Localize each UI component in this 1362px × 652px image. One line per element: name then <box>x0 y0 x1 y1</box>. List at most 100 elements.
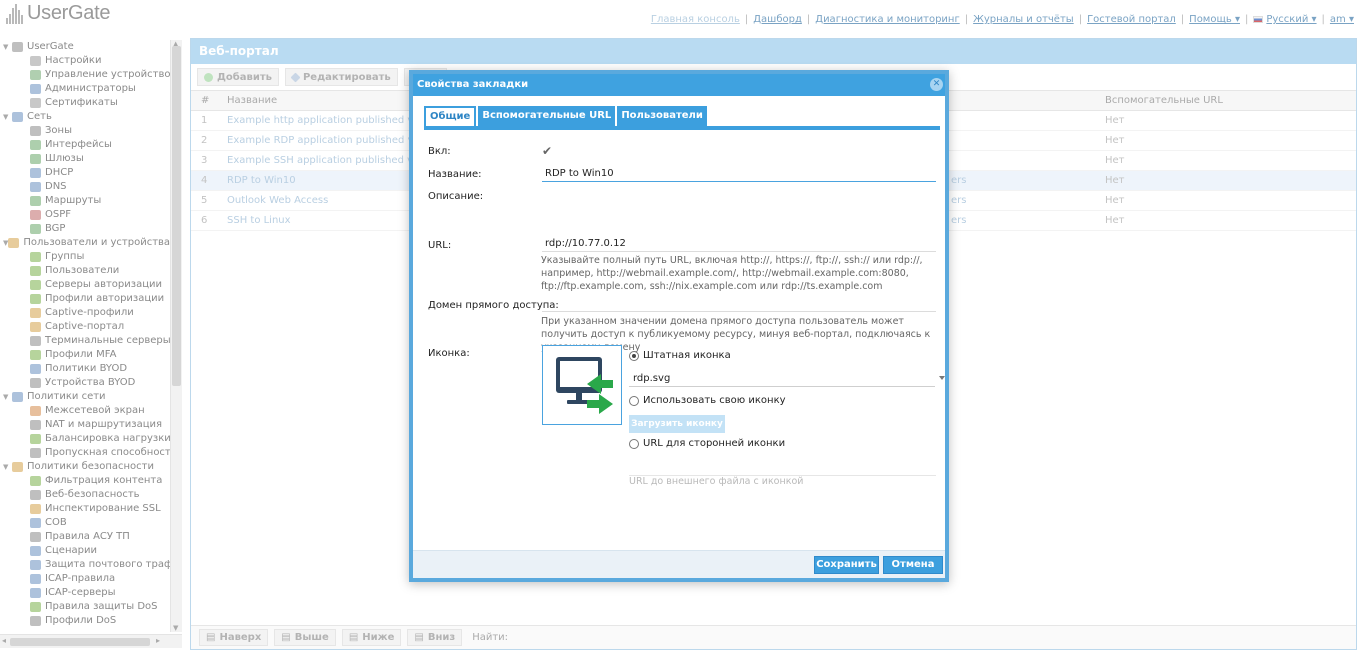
sidebar-item[interactable]: Captive-портал <box>0 320 170 334</box>
sidebar-item[interactable]: Сертификаты <box>0 96 170 110</box>
nav-guest-portal[interactable]: Гостевой портал <box>1087 14 1176 25</box>
custom-icon-radio[interactable] <box>629 395 639 406</box>
sidebar-item[interactable]: DNS <box>0 180 170 194</box>
sidebar-item[interactable]: ▼ Политики сети <box>0 390 170 404</box>
sidebar-item[interactable]: Интерфейсы <box>0 138 170 152</box>
sidebar-item[interactable]: Балансировка нагрузки <box>0 432 170 446</box>
close-icon[interactable]: ✕ <box>930 78 943 91</box>
tab-users[interactable]: Пользователи <box>617 106 707 126</box>
move-top-button[interactable]: ▤ Наверх <box>199 629 269 646</box>
sidebar-item[interactable]: NAT и маршрутизация <box>0 418 170 432</box>
sidebar-item[interactable]: OSPF <box>0 208 170 222</box>
move-down-button[interactable]: ▤ Ниже <box>341 629 402 646</box>
nav-user-menu[interactable]: am ▾ <box>1330 14 1354 25</box>
sidebar-item[interactable]: BGP <box>0 222 170 236</box>
sidebar-horizontal-scrollbar[interactable]: ◂ ▸ <box>0 634 182 648</box>
add-button[interactable]: Добавить <box>197 68 279 86</box>
move-bottom-button[interactable]: ▤ Вниз <box>407 629 463 646</box>
sidebar-item[interactable]: Сценарии <box>0 544 170 558</box>
icon-select[interactable]: rdp.svg <box>629 370 945 387</box>
sidebar-item[interactable]: Защита почтового трафика <box>0 558 170 572</box>
sidebar-item[interactable]: ICAP-правила <box>0 572 170 586</box>
cell-number: 1 <box>201 115 208 126</box>
cancel-button[interactable]: Отмена <box>883 556 943 574</box>
sidebar-item[interactable]: Администраторы <box>0 82 170 96</box>
name-input[interactable]: RDP to Win10 <box>542 166 936 182</box>
scroll-down-arrow-icon[interactable]: ▼ <box>173 624 178 632</box>
nav-help-menu[interactable]: Помощь ▾ <box>1189 14 1240 25</box>
dialog-footer: Сохранить Отмена <box>413 550 945 578</box>
scrollbar-thumb[interactable] <box>10 638 150 646</box>
sidebar-item[interactable]: Межсетевой экран <box>0 404 170 418</box>
sidebar-vertical-scrollbar[interactable]: ▲ ▼ <box>170 40 182 632</box>
custom-icon-option[interactable]: Использовать свою иконку <box>629 395 786 406</box>
sidebar-item[interactable]: Профили MFA <box>0 348 170 362</box>
edit-button[interactable]: Редактировать <box>284 68 398 86</box>
sidebar-item[interactable]: Устройства BYOD <box>0 376 170 390</box>
sidebar-item[interactable]: Правила защиты DoS <box>0 600 170 614</box>
sidebar-item[interactable]: Шлюзы <box>0 152 170 166</box>
direct-domain-input[interactable] <box>542 296 936 312</box>
gateways-icon <box>30 154 41 164</box>
tab-general[interactable]: Общие <box>424 106 477 126</box>
sidebar-item[interactable]: Правила АСУ ТП <box>0 530 170 544</box>
sidebar-item[interactable]: Пропускная способность <box>0 446 170 460</box>
expand-toggle-icon[interactable]: ▼ <box>3 110 12 124</box>
description-textarea[interactable] <box>542 192 936 232</box>
standard-icon-radio[interactable] <box>629 350 639 361</box>
sidebar-item[interactable]: СОВ <box>0 516 170 530</box>
column-header-aux-urls[interactable]: Вспомогательные URL <box>1105 95 1223 106</box>
external-icon-radio[interactable] <box>629 438 639 449</box>
move-up-button[interactable]: ▤ Выше <box>274 629 336 646</box>
external-icon-url-input[interactable] <box>629 462 936 476</box>
cell-users: ers <box>951 215 967 226</box>
sidebar-item[interactable]: Настройки <box>0 54 170 68</box>
sidebar-item[interactable]: ICAP-серверы <box>0 586 170 600</box>
enabled-checkbox[interactable]: ✔ <box>542 145 554 157</box>
find-label: Найти: <box>472 632 509 643</box>
standard-icon-option[interactable]: Штатная иконка <box>629 350 731 361</box>
expand-toggle-icon[interactable]: ▼ <box>3 390 12 404</box>
save-button[interactable]: Сохранить <box>814 556 879 574</box>
sidebar-item[interactable]: Фильтрация контента <box>0 474 170 488</box>
nav-logs-reports[interactable]: Журналы и отчёты <box>973 14 1074 25</box>
scroll-left-arrow-icon[interactable]: ◂ <box>2 636 6 645</box>
nav-dashboard[interactable]: Дашборд <box>753 14 802 25</box>
sidebar-item[interactable]: Веб-безопасность <box>0 488 170 502</box>
sidebar-item[interactable]: ▼ Сеть <box>0 110 170 124</box>
nav-diagnostics[interactable]: Диагностика и мониторинг <box>815 14 959 25</box>
chevron-down-icon[interactable] <box>939 376 945 380</box>
sidebar-item[interactable]: Пользователи <box>0 264 170 278</box>
sidebar-item-label: Профили DoS <box>45 615 117 626</box>
url-input[interactable]: rdp://10.77.0.12 <box>542 236 936 252</box>
cell-users: ers <box>951 175 967 186</box>
sidebar-item[interactable]: ▼ UserGate <box>0 40 170 54</box>
sidebar-item[interactable]: DHCP <box>0 166 170 180</box>
sidebar-item[interactable]: Профили авторизации <box>0 292 170 306</box>
sidebar-item[interactable]: Серверы авторизации <box>0 278 170 292</box>
direct-domain-label: Домен прямого доступа: <box>428 300 559 311</box>
tab-aux-urls[interactable]: Вспомогательные URL <box>478 106 616 126</box>
sidebar-item[interactable]: Инспектирование SSL <box>0 502 170 516</box>
expand-toggle-icon[interactable]: ▼ <box>3 40 12 54</box>
sidebar-item[interactable]: Управление устройством <box>0 68 170 82</box>
sidebar-item-label: Политики сети <box>27 391 106 402</box>
expand-toggle-icon[interactable]: ▼ <box>3 460 12 474</box>
nav-language-menu[interactable]: Русский ▾ <box>1266 14 1316 25</box>
sidebar-item[interactable]: Группы <box>0 250 170 264</box>
upload-icon-button[interactable]: Загрузить иконку <box>629 415 725 433</box>
sidebar-item[interactable]: Маршруты <box>0 194 170 208</box>
sidebar-item[interactable]: Зоны <box>0 124 170 138</box>
nav-main-console[interactable]: Главная консоль <box>651 14 740 25</box>
column-header-number[interactable]: # <box>191 95 221 106</box>
scroll-right-arrow-icon[interactable]: ▸ <box>156 636 160 645</box>
scrollbar-thumb[interactable] <box>172 46 181 386</box>
sidebar-item[interactable]: ▼ Политики безопасности <box>0 460 170 474</box>
sidebar-item[interactable]: ▼ Пользователи и устройства <box>0 236 170 250</box>
sidebar-item[interactable]: Терминальные серверы <box>0 334 170 348</box>
byod-device-icon <box>30 378 41 388</box>
external-icon-option[interactable]: URL для сторонней иконки <box>629 438 785 449</box>
sidebar-item[interactable]: Политики BYOD <box>0 362 170 376</box>
sidebar-item[interactable]: Captive-профили <box>0 306 170 320</box>
sidebar-item[interactable]: Профили DoS <box>0 614 170 628</box>
